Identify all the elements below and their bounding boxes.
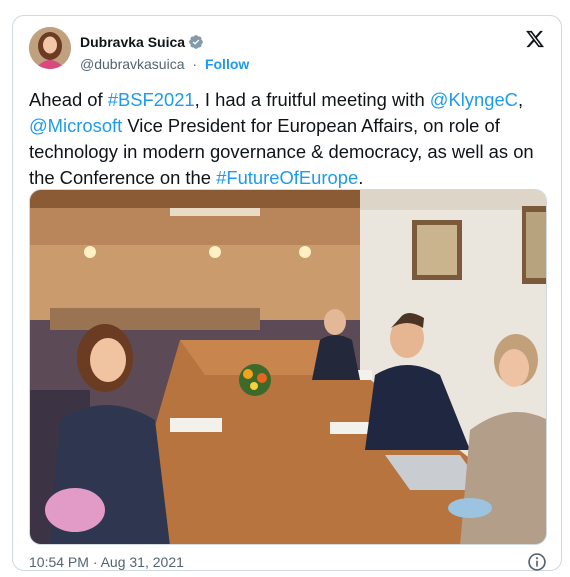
tweet-text-segment: . bbox=[358, 167, 364, 188]
tweet-timestamp[interactable]: 10:54 PM · Aug 31, 2021 bbox=[29, 554, 184, 570]
tweet-link[interactable]: #BSF2021 bbox=[108, 89, 195, 110]
info-icon[interactable] bbox=[527, 552, 547, 572]
tweet-text-segment: , bbox=[517, 89, 524, 110]
tweet-link[interactable]: #FutureOfEurope bbox=[216, 167, 358, 188]
verified-badge-icon bbox=[189, 35, 203, 49]
tweet-link[interactable]: @Microsoft bbox=[29, 115, 122, 136]
tweet-card: Dubravka Suica @dubravkasuica · Follow A… bbox=[12, 15, 562, 571]
avatar[interactable] bbox=[29, 27, 71, 69]
tweet-text-segment: Ahead of bbox=[29, 89, 108, 110]
tweet-photo[interactable] bbox=[29, 189, 547, 545]
follow-button[interactable]: Follow bbox=[205, 56, 249, 72]
separator-dot: · bbox=[192, 56, 198, 72]
author-handle[interactable]: @dubravkasuica bbox=[80, 56, 185, 72]
x-logo-icon[interactable] bbox=[524, 29, 546, 49]
tweet-text-segment: , I had a fruitful meeting with bbox=[194, 89, 430, 110]
tweet-link[interactable]: @KlyngeC bbox=[430, 89, 518, 110]
author-name[interactable]: Dubravka Suica bbox=[80, 34, 185, 50]
author-handle-row: @dubravkasuica · Follow bbox=[80, 56, 249, 72]
tweet-text: Ahead of #BSF2021, I had a fruitful meet… bbox=[29, 87, 549, 191]
